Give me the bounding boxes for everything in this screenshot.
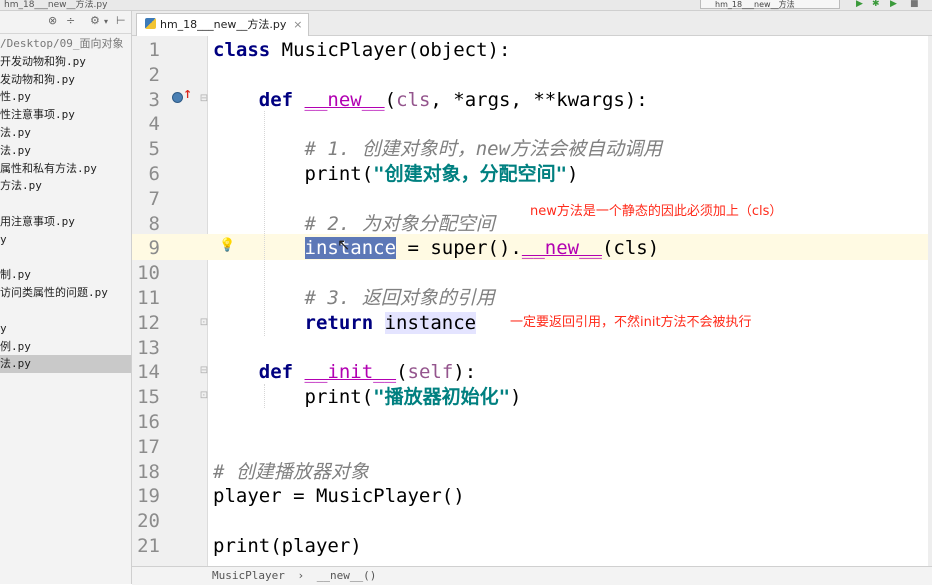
line-number: 4 xyxy=(148,113,160,136)
debug-icon[interactable]: ✱ xyxy=(872,0,880,9)
sidebar-file-item[interactable]: 例.py xyxy=(0,338,31,356)
editor-tab-bar: hm_18___new__方法.py × xyxy=(132,11,932,36)
python-file-icon xyxy=(145,18,156,29)
sidebar-file-item[interactable]: 法.py xyxy=(0,124,31,142)
sidebar-file-item[interactable]: /Desktop/09_面向对象 xyxy=(0,35,123,53)
gear-icon[interactable]: ⚙ xyxy=(90,14,100,27)
up-arrow-icon[interactable]: ↑ xyxy=(183,88,192,101)
line-number: 20 xyxy=(137,510,160,533)
code-line-21: print(player) xyxy=(213,535,362,557)
line-number: 21 xyxy=(137,535,160,557)
sidebar-file-item[interactable]: 开发动物和狗.py xyxy=(0,53,86,71)
sidebar-file-item[interactable]: 制.py xyxy=(0,266,31,284)
line-number: 11 xyxy=(137,287,160,309)
line-number: 2 xyxy=(148,63,160,86)
target-icon[interactable]: ⊗ xyxy=(48,14,57,27)
code-line-5: # 1. 创建对象时，new方法会被自动调用 xyxy=(304,138,663,161)
line-number: 19 xyxy=(137,485,160,508)
breadcrumb-class[interactable]: MusicPlayer xyxy=(212,569,285,582)
line-number: 15 xyxy=(137,386,160,409)
sidebar-file-item[interactable]: y xyxy=(0,231,7,249)
code-line-18: # 创建播放器对象 xyxy=(213,460,369,483)
line-number: 6 xyxy=(148,163,160,185)
hide-icon[interactable]: ⊢ xyxy=(116,14,126,27)
line-number: 14 xyxy=(137,361,160,384)
line-number: 9 xyxy=(148,237,160,260)
run-config-select[interactable]: hm_18___new__方法 xyxy=(700,0,840,9)
sidebar-header: ⊗ ÷ ⚙ ▾ ⊢ xyxy=(0,11,131,34)
sidebar-file-item[interactable]: 属性和私有方法.py xyxy=(0,160,97,178)
code-line-8: # 2. 为对象分配空间 xyxy=(304,212,495,235)
code-line-11: # 3. 返回对象的引用 xyxy=(304,287,495,309)
run-icon[interactable]: ▶ xyxy=(856,0,863,9)
fold-end-icon[interactable]: ⊡ xyxy=(199,391,209,401)
line-number: 13 xyxy=(137,336,160,359)
code-line-14: def __init__(self): xyxy=(258,361,477,384)
annotation-note-2: 一定要返回引用，不然init方法不会被执行 xyxy=(510,315,752,330)
sidebar-file-item[interactable]: 访问类属性的问题.py xyxy=(0,284,108,302)
sidebar-file-item[interactable]: 法.py xyxy=(0,142,31,160)
sidebar-file-item[interactable]: 发动物和狗.py xyxy=(0,71,75,89)
line-number: 17 xyxy=(137,435,160,458)
mouse-cursor-icon: ↖ xyxy=(337,235,351,254)
line-number: 7 xyxy=(148,187,160,210)
editor-scrollbar[interactable] xyxy=(928,36,932,566)
sidebar-file-item[interactable]: 性注意事项.py xyxy=(0,106,75,124)
line-number: 18 xyxy=(137,460,160,483)
tab-label: hm_18___new__方法.py xyxy=(160,18,287,31)
fold-marker-icon[interactable]: ⊟ xyxy=(199,366,209,376)
code-line-15: print("播放器初始化") xyxy=(304,386,522,409)
dropdown-icon[interactable]: ▾ xyxy=(104,17,108,26)
override-marker-icon[interactable] xyxy=(172,92,183,103)
coverage-icon[interactable]: ▶ xyxy=(890,0,897,9)
code-line-1: class MusicPlayer(object): xyxy=(213,39,511,61)
breadcrumb-method[interactable]: __new__() xyxy=(317,569,377,582)
sidebar-file-item[interactable]: 用注意事项.py xyxy=(0,213,75,231)
stop-icon[interactable]: ■ xyxy=(910,0,919,9)
code-line-12: return instance xyxy=(304,311,477,334)
sidebar-file-item[interactable]: 性.py xyxy=(0,88,31,106)
highlighted-usage: instance xyxy=(384,311,477,334)
close-tab-icon[interactable]: × xyxy=(293,14,302,36)
code-line-19: player = MusicPlayer() xyxy=(213,485,465,508)
window-top-strip: hm_18___new__方法.py hm_18___new__方法 ▶ ✱ ▶… xyxy=(0,0,932,11)
sidebar-file-item[interactable]: 法.py xyxy=(0,355,131,374)
code-line-3: def __new__(cls, *args, **kwargs): xyxy=(258,88,648,111)
tab-active-file[interactable]: hm_18___new__方法.py × xyxy=(136,13,310,36)
sidebar-file-item[interactable]: y xyxy=(0,320,7,338)
collapse-icon[interactable]: ÷ xyxy=(66,14,75,27)
fold-end-icon[interactable]: ⊡ xyxy=(199,318,209,328)
line-number: 5 xyxy=(148,138,160,161)
project-sidebar: ⊗ ÷ ⚙ ▾ ⊢ /Desktop/09_面向对象 开发动物和狗.py 发动物和狗… xyxy=(0,11,132,584)
code-line-9: instance = super().__new__(cls) xyxy=(304,237,660,260)
line-number: 3 xyxy=(148,88,160,111)
line-number: 12 xyxy=(137,311,160,334)
sidebar-file-item[interactable]: 方法.py xyxy=(0,177,42,195)
line-number: 10 xyxy=(137,262,160,285)
line-number: 16 xyxy=(137,411,160,433)
code-line-6: print("创建对象，分配空间") xyxy=(304,163,579,185)
line-number: 1 xyxy=(148,39,160,61)
window-title: hm_18___new__方法.py xyxy=(4,0,108,10)
breadcrumb: MusicPlayer › __new__() xyxy=(132,566,932,585)
annotation-note-1: new方法是一个静态的因此必须加上（cls） xyxy=(530,204,783,219)
breadcrumb-separator: › xyxy=(297,569,305,582)
fold-marker-icon[interactable]: ⊟ xyxy=(199,94,209,104)
line-number: 8 xyxy=(148,212,160,235)
